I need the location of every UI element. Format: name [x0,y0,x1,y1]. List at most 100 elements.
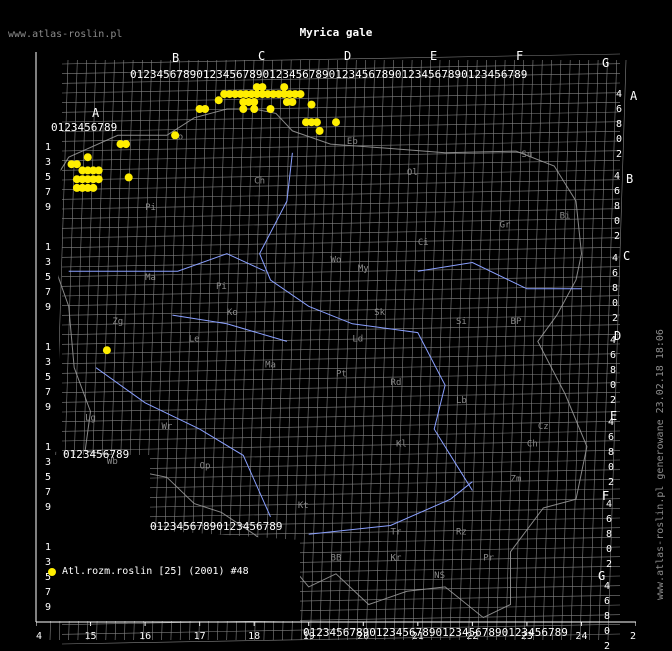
x-tick-label: 24 [575,631,587,642]
grid-line-horizontal [61,411,621,422]
distribution-map: 14151617181920212223242555545352515049Ko… [0,0,672,651]
grid-line-vertical [589,59,608,641]
x-tick-label: 17 [194,631,206,642]
occurrence-point [89,183,98,192]
region-label: Si [456,317,467,327]
grid-letter-right: B [626,172,633,186]
region-label: Pi [216,282,227,292]
region-label: Le [189,334,200,344]
grid-line-horizontal [61,324,621,335]
x-tick-label: 15 [85,631,97,642]
legend-label: Atl.rozm.roslin [25] (2001) #48 [62,566,249,577]
grid-digit-left: 3 [45,257,51,268]
region-label: Pt [336,369,347,379]
grid-line-vertical [431,59,450,641]
occurrence-point [214,96,223,105]
occurrence-point [332,118,340,127]
region-label: Zg [112,317,123,327]
grid-digit-right: 8 [616,119,622,130]
grid-digit-left: 5 [45,272,51,283]
site-label[interactable]: www.atlas-roslin.pl [8,29,122,40]
grid-digit-right: 4 [608,417,614,428]
grid-line-horizontal [61,285,621,297]
legend: Atl.rozm.roslin [25] (2001) #48 [48,566,249,577]
mask-bottom-left [37,455,300,621]
grid-digit-strip: 0123456789012345678901234567890123456789 [303,626,568,639]
grid-digit-left: 3 [45,157,51,168]
grid-digit-left: 9 [45,602,51,613]
grid-digit-right: 4 [604,581,610,592]
grid-digit-right: 6 [616,104,622,115]
grid-digit-right: 0 [616,134,622,145]
grid-line-horizontal [61,160,621,171]
grid-line-vertical [458,59,478,641]
region-label: Tr [391,527,402,537]
region-label: Rz [456,527,467,537]
grid-digit-left: 1 [45,542,51,553]
grid-line-vertical [449,59,469,641]
grid-digit-left: 1 [45,342,51,353]
grid-line-horizontal [61,131,621,142]
occurrence-point [250,105,259,113]
region-label: Ol [407,168,418,178]
grid-line-horizontal [61,218,621,229]
grid-digit-right: 0 [606,544,612,555]
grid-digit-right: 6 [606,514,612,525]
grid-digit-left: 9 [45,302,51,313]
grid-line-vertical [524,59,543,641]
grid-digit-right: 6 [614,186,620,197]
grid-digit-right: 0 [614,216,620,227]
region-label: Ma [145,273,156,283]
region-label: BB [331,554,342,564]
grid-line-vertical [579,59,599,641]
occurrence-point [122,140,130,149]
occurrence-point [72,160,81,169]
mask-right [636,40,672,651]
grid-line-vertical [300,59,320,641]
grid-digit-left: 7 [45,487,51,498]
grid-line-horizontal [61,227,621,239]
grid-digit-strip: 0123456789012345678901234567890123456789… [130,68,527,81]
grid-letter-right: A [630,89,638,103]
grid-line-horizontal [61,82,621,94]
grid-digit-right: 8 [610,365,616,376]
grid-digit-strip: 0123456789 [63,448,129,461]
occurrence-point [296,90,305,99]
occurrence-point [288,98,297,106]
region-label: Kl [396,440,407,450]
grid-digit-left: 9 [45,502,51,513]
grid-letter-top: D [344,49,351,63]
grid-digit-left: 1 [45,442,51,453]
region-label: Ld [352,334,363,344]
region-label: Cz [538,422,549,432]
grid-digit-right: 0 [610,380,616,391]
grid-digit-right: 6 [604,596,610,607]
region-label: Wo [331,255,342,265]
grid-digit-left: 7 [45,187,51,198]
grid-line-horizontal [61,314,621,326]
region-label: Op [200,462,211,472]
grid-line-vertical [421,59,441,641]
grid-digit-left: 3 [45,457,51,468]
legend-dot-icon [48,567,56,576]
grid-letter-top: C [258,49,265,63]
grid-digit-right: 4 [606,499,612,510]
grid-line-vertical [310,59,329,641]
occurrence-point [280,83,289,92]
grid-digit-left: 7 [45,387,51,398]
grid-digit-right: 2 [614,231,620,242]
grid-line-horizontal [61,169,621,181]
occurrence-point [94,166,103,175]
grid-line-vertical [412,59,431,641]
region-label: Ch [254,177,265,187]
grid-digit-right: 2 [606,559,612,570]
occurrence-point [239,105,248,113]
occurrence-point [83,153,92,162]
grid-line-horizontal [61,421,621,432]
grid-line-vertical [440,59,459,641]
grid-line-vertical [496,59,515,641]
grid-letter-top: B [172,51,179,65]
occurrence-point [102,346,111,355]
grid-line-vertical [551,59,571,641]
occurrence-point [201,105,210,113]
